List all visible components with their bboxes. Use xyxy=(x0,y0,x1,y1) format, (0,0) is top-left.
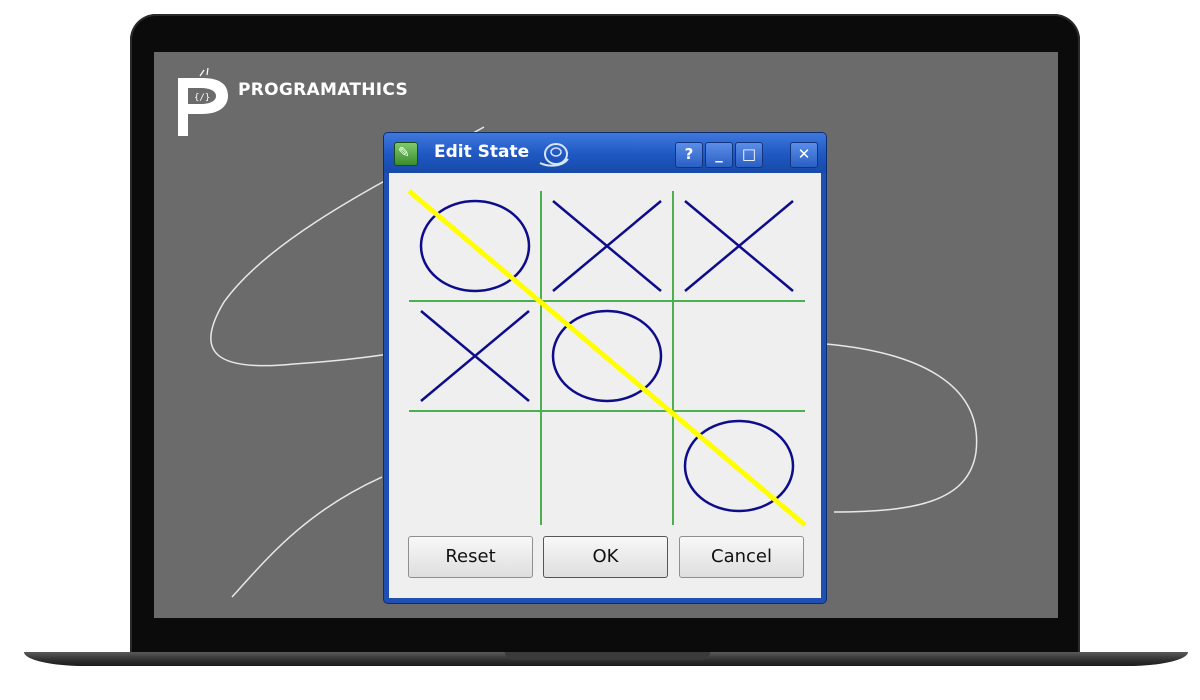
svg-text:<>: <> xyxy=(218,91,228,100)
help-button[interactable]: ? xyxy=(675,142,703,168)
maximize-button[interactable]: □ xyxy=(735,142,763,168)
swirl-icon xyxy=(539,143,569,167)
programathics-logo-icon: {/} <> xyxy=(178,67,228,136)
minimize-button[interactable]: _ xyxy=(705,142,733,168)
tic-tac-toe-board[interactable] xyxy=(389,173,821,528)
dialog-content: Reset OK Cancel xyxy=(389,173,821,598)
cancel-button[interactable]: Cancel xyxy=(679,536,804,578)
ok-button[interactable]: OK xyxy=(543,536,668,578)
brand-logo: {/} <> PROGRAMATHICS xyxy=(176,66,436,136)
laptop-notch xyxy=(505,652,710,660)
app-icon: ✎ xyxy=(394,142,418,166)
svg-text:{/}: {/} xyxy=(194,93,210,103)
edit-state-dialog: ✎ Edit State ? _ □ ✕ Reset OK Cancel xyxy=(384,133,826,603)
dialog-title: Edit State xyxy=(434,142,530,162)
dialog-titlebar[interactable]: ✎ Edit State ? _ □ ✕ xyxy=(384,133,826,173)
reset-button[interactable]: Reset xyxy=(408,536,533,578)
brand-name: PROGRAMATHICS xyxy=(238,80,409,100)
close-button[interactable]: ✕ xyxy=(790,142,818,168)
